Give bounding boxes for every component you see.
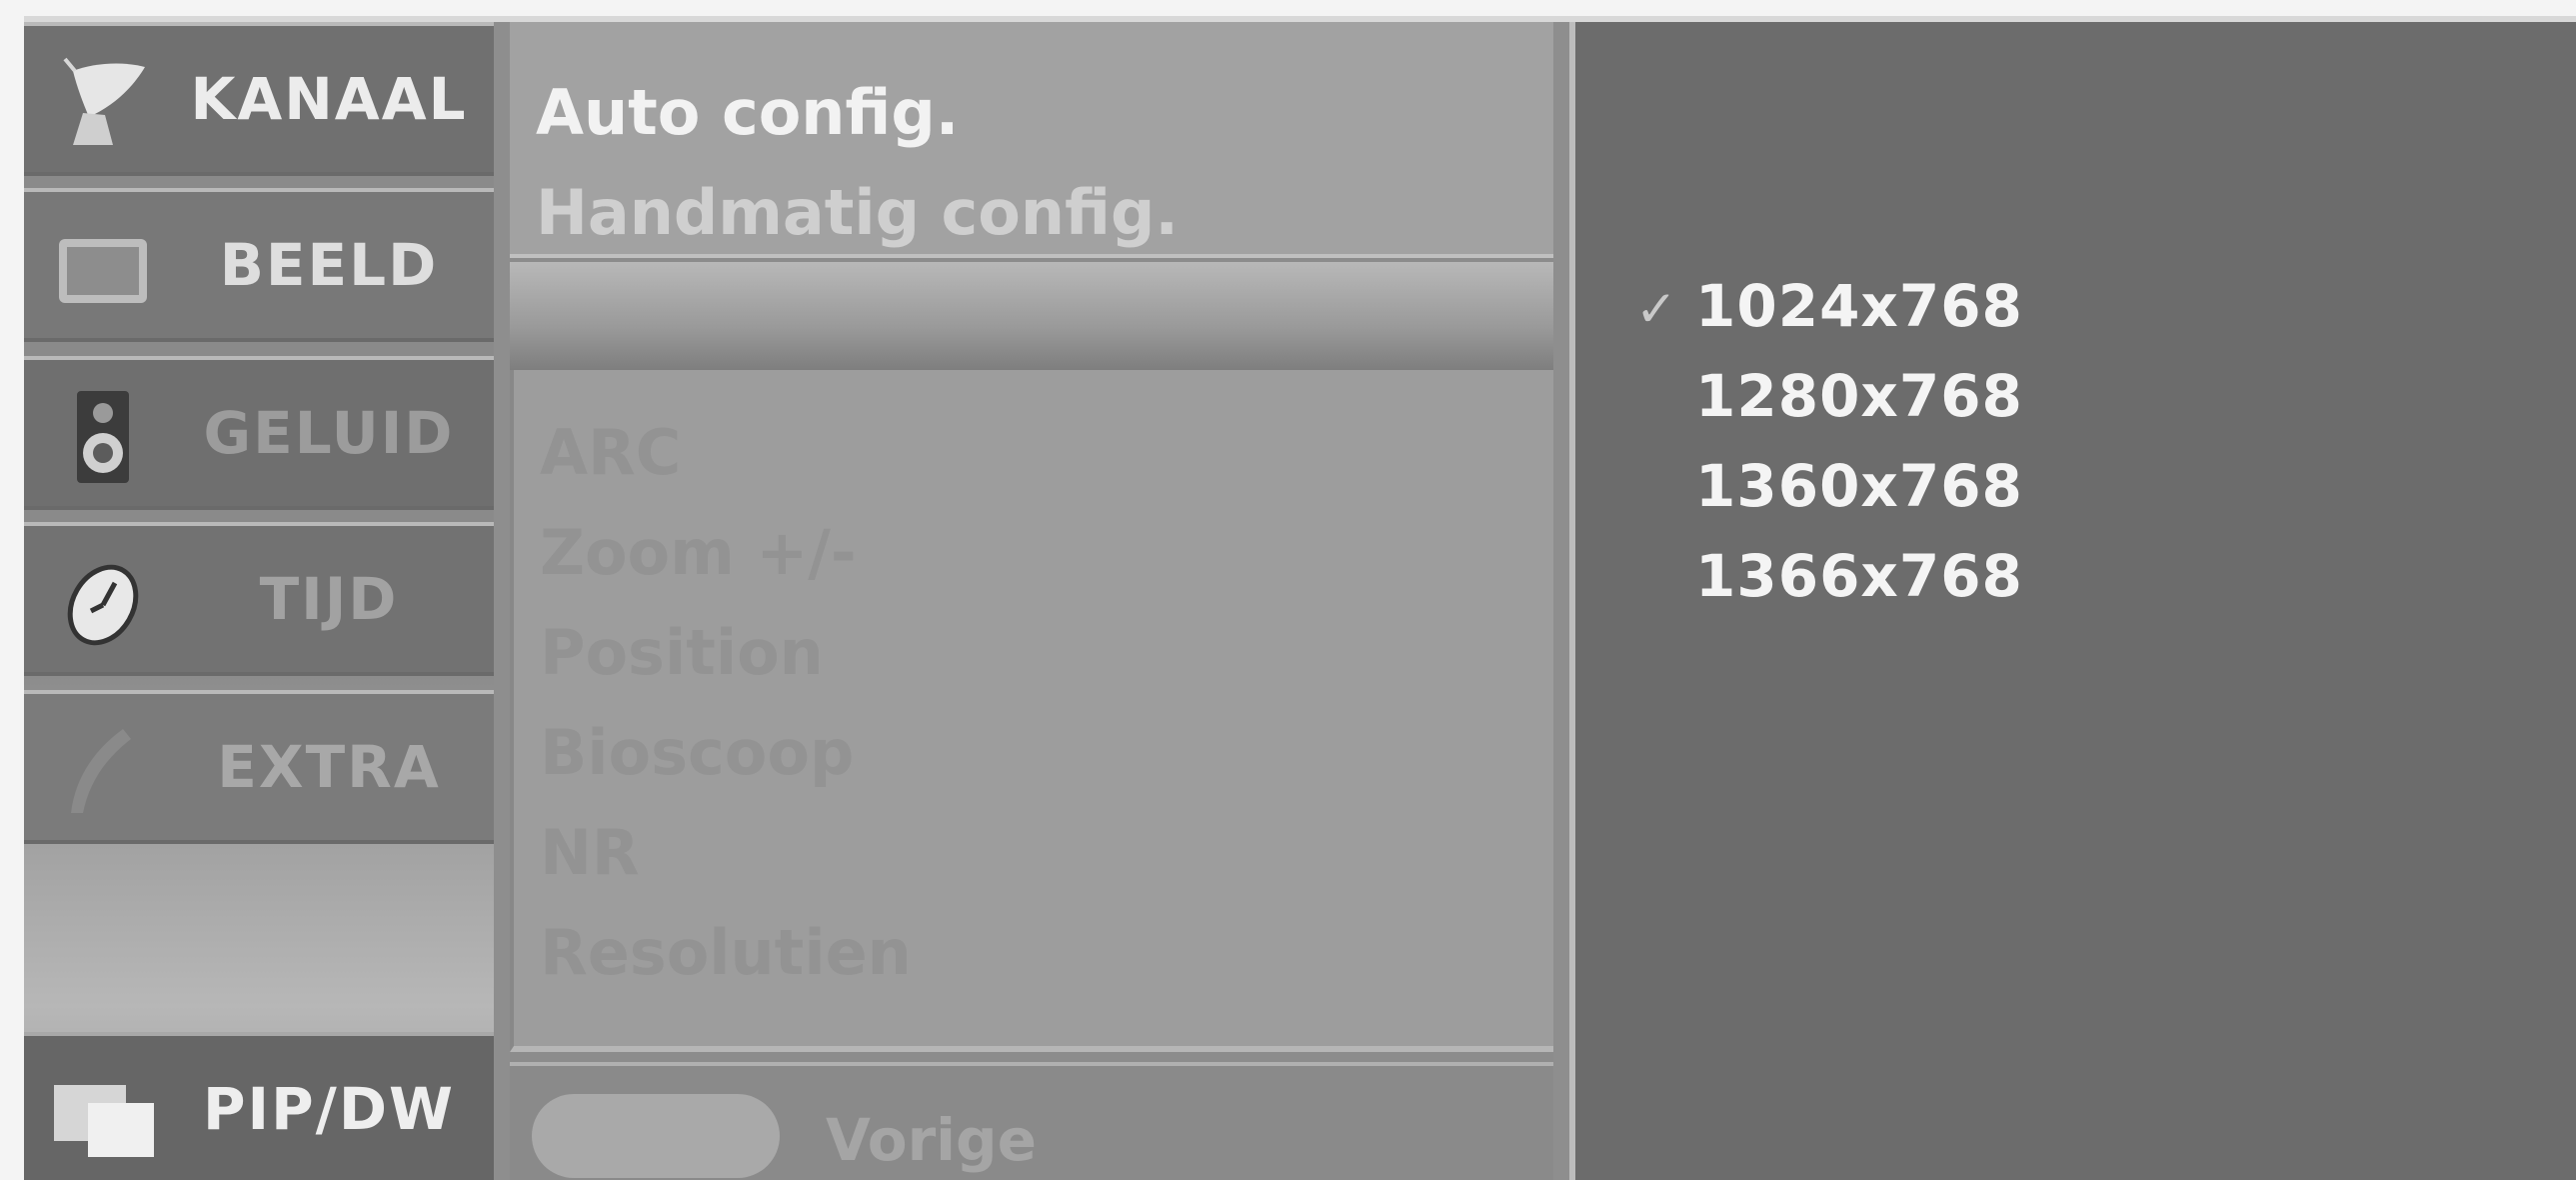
sidebar-item-label: EXTRA xyxy=(217,733,441,801)
resolution-label: 1280x768 xyxy=(1695,362,2023,430)
menu-item-bioscoop[interactable]: Bioscoop xyxy=(540,716,854,789)
resolution-option[interactable]: 1280x768 xyxy=(1575,362,2475,442)
panel-divider xyxy=(510,262,1553,370)
sidebar-item-label: BEELD xyxy=(219,231,439,299)
check-icon: ✓ xyxy=(1635,280,1677,338)
resolution-panel: ✓ 1024x768 1280x768 1360x768 1366x768 xyxy=(1569,22,2576,1180)
footer-bar: Vorige xyxy=(510,1062,1553,1180)
menu-item-resolution[interactable]: Resolutien xyxy=(540,916,912,989)
menu-item-auto-config[interactable]: Auto config. xyxy=(536,76,959,149)
menu-item-manual-config[interactable]: Handmatig config. xyxy=(536,176,1179,249)
sidebar-item-label: KANAAL xyxy=(190,65,468,133)
menu-item-nr[interactable]: NR xyxy=(540,816,640,889)
resolution-label: 1360x768 xyxy=(1695,452,2023,520)
clock-icon xyxy=(48,548,158,658)
sidebar-item-label: GELUID xyxy=(203,399,455,467)
menu-item-zoom[interactable]: Zoom +/- xyxy=(540,516,857,589)
resolution-option[interactable]: ✓ 1024x768 xyxy=(1575,272,2475,352)
sidebar: KANAAL BEELD GELUID TIJD EXTRA PIP/DW xyxy=(24,22,494,1180)
config-options: Auto config. Handmatig config. xyxy=(510,22,1553,258)
speaker-icon xyxy=(48,382,158,492)
sidebar-item-extra[interactable]: EXTRA xyxy=(24,690,494,844)
sidebar-item-beeld[interactable]: BEELD xyxy=(24,188,494,342)
resolution-option[interactable]: 1360x768 xyxy=(1575,452,2475,532)
previous-button[interactable] xyxy=(532,1094,780,1178)
osd-menu: KANAAL BEELD GELUID TIJD EXTRA PIP/DW Au… xyxy=(24,16,2576,1180)
menu-item-arc[interactable]: ARC xyxy=(540,416,681,489)
extra-icon xyxy=(48,716,158,826)
sidebar-item-geluid[interactable]: GELUID xyxy=(24,356,494,510)
previous-label: Vorige xyxy=(826,1106,1037,1174)
sidebar-item-pip[interactable]: PIP/DW xyxy=(24,1032,494,1180)
sidebar-item-label: TIJD xyxy=(259,565,399,633)
submenu-list: ARC Zoom +/- Position Bioscoop NR Resolu… xyxy=(510,370,1553,1052)
menu-item-position[interactable]: Position xyxy=(540,616,824,689)
resolution-option[interactable]: 1366x768 xyxy=(1575,542,2475,622)
resolution-label: 1024x768 xyxy=(1695,272,2023,340)
satellite-dish-icon xyxy=(48,48,158,158)
screen-icon xyxy=(48,214,158,324)
resolution-label: 1366x768 xyxy=(1695,542,2023,610)
sidebar-item-label: PIP/DW xyxy=(203,1075,455,1143)
pip-window-icon xyxy=(48,1058,158,1168)
submenu-panel: Auto config. Handmatig config. ARC Zoom … xyxy=(510,22,1553,1180)
sidebar-item-kanaal[interactable]: KANAAL xyxy=(24,22,494,176)
sidebar-item-tijd[interactable]: TIJD xyxy=(24,522,494,676)
